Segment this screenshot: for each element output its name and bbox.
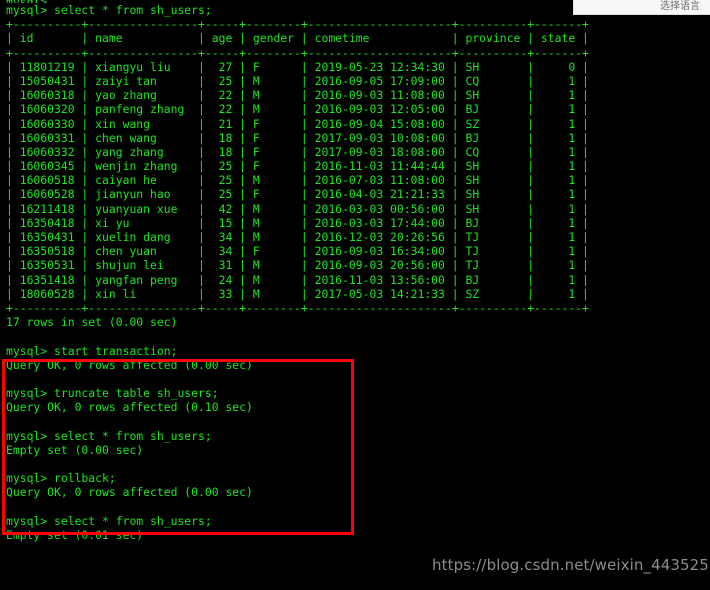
terminal-line: | 16060528 | jianyun hao | 25 | F | 2016… (6, 187, 589, 202)
terminal-line: +----------+----------------+-----+-----… (6, 45, 589, 60)
terminal-line: | 16350531 | shujun lei | 31 | M | 2016-… (6, 258, 589, 273)
terminal-line: | 11801219 | xiangyu liu | 27 | F | 2019… (6, 59, 589, 74)
terminal-line: | 15050431 | zaiyi tan | 25 | M | 2016-0… (6, 73, 589, 88)
terminal-line: mysql> select * from sh_users; (6, 513, 212, 528)
terminal-line: | 16060330 | xin wang | 21 | F | 2016-09… (6, 116, 589, 131)
terminal-line: mysql> rollback; (6, 471, 116, 486)
terminal-line: | 16060318 | yao zhang | 22 | M | 2016-0… (6, 88, 589, 103)
watermark-url: https://blog.csdn.net/weixin_44352521 (432, 556, 710, 574)
terminal-line: | id | name | age | gender | cometime | … (6, 31, 589, 46)
terminal-line: | 16060332 | yang zhang | 18 | F | 2017-… (6, 144, 589, 159)
terminal-line: | 16351418 | yangfan peng | 24 | M | 201… (6, 272, 589, 287)
terminal-line: | 16350418 | xi yu | 15 | M | 2016-03-03… (6, 215, 589, 230)
terminal-line: mysql> select * from sh_users; (6, 428, 212, 443)
terminal-line: +----------+----------------+-----+-----… (6, 300, 589, 315)
terminal-line: | 18060528 | xin li | 33 | M | 2017-05-0… (6, 286, 589, 301)
terminal-line: mysql> start transaction; (6, 343, 178, 358)
language-selector-label: 选择语言 (660, 1, 700, 12)
terminal-line: | 16060345 | wenjin zhang | 25 | F | 201… (6, 159, 589, 174)
terminal-line: Empty set (0.01 sec) (6, 527, 144, 542)
terminal-line: | 16350518 | chen yuan | 34 | F | 2016-0… (6, 244, 589, 259)
terminal-line: Query OK, 0 rows affected (0.00 sec) (6, 357, 253, 372)
terminal-line: | 16211418 | yuanyuan xue | 42 | M | 201… (6, 201, 589, 216)
terminal-line: +----------+----------------+-----+-----… (6, 17, 589, 32)
terminal-output-pane[interactable]: mysql>mysql> select * from sh_users;+---… (0, 0, 710, 590)
terminal-line: | 16060518 | caiyan he | 25 | M | 2016-0… (6, 173, 589, 188)
language-selector-popup[interactable]: 选择语言 (573, 0, 710, 15)
terminal-line: | 16060320 | panfeng zhang | 22 | M | 20… (6, 102, 589, 117)
terminal-line: | 16350431 | xuelin dang | 34 | M | 2016… (6, 230, 589, 244)
terminal-line: Query OK, 0 rows affected (0.00 sec) (6, 485, 253, 500)
terminal-line: 17 rows in set (0.00 sec) (6, 315, 178, 330)
terminal-line: Query OK, 0 rows affected (0.10 sec) (6, 400, 253, 415)
terminal-line: Empty set (0.00 sec) (6, 442, 144, 457)
terminal-line: | 16060331 | chen wang | 18 | F | 2017-0… (6, 130, 589, 145)
terminal-line: mysql> truncate table sh_users; (6, 386, 219, 401)
